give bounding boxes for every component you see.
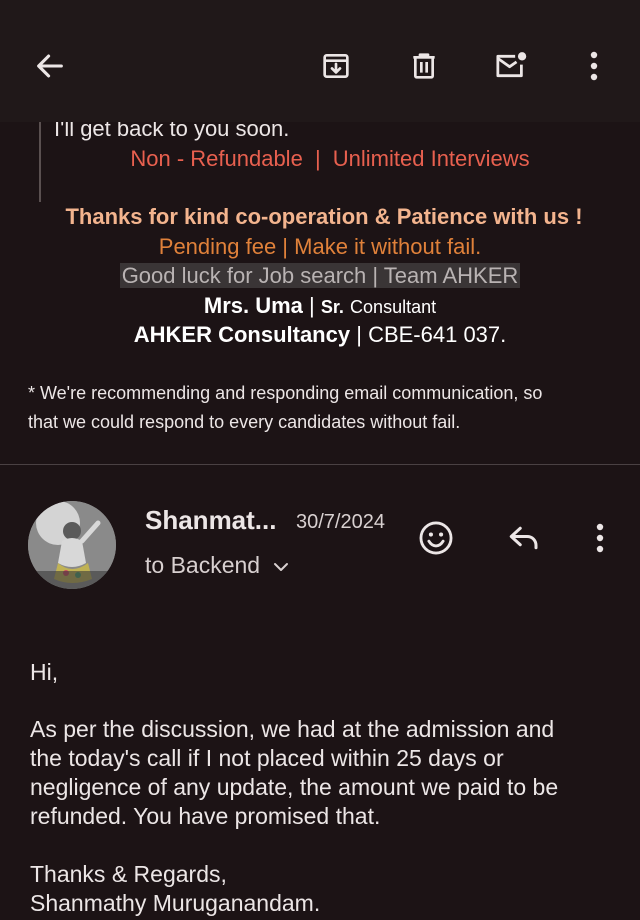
company-separator: | — [356, 322, 362, 347]
good-luck-text: Good luck for Job search | Team AHKER — [119, 263, 521, 288]
back-button[interactable] — [28, 44, 72, 88]
message-date: 30/7/2024 — [296, 511, 385, 533]
reply-icon — [509, 526, 538, 550]
signature-name: Mrs. Uma — [203, 293, 303, 318]
note-line-2: that we could respond to every candidate… — [28, 412, 461, 432]
company-name: AHKER Consultancy — [133, 322, 351, 347]
terms-right: Unlimited Interviews — [332, 146, 530, 171]
terms-separator: | — [314, 146, 321, 171]
sender-name[interactable]: Shanmat... — [145, 505, 276, 536]
closing: Thanks & Regards, — [30, 861, 227, 887]
more-options-button[interactable] — [574, 44, 614, 88]
signature-line: Mrs. Uma | Sr. Consultant — [0, 293, 640, 319]
body-line-1: As per the discussion, we had at the adm… — [30, 716, 555, 742]
terms-line: Non - Refundable | Unlimited Interviews — [0, 146, 640, 172]
recipient-toggle[interactable]: to Backend — [145, 552, 290, 579]
note-line-1: * We're recommending and responding emai… — [28, 383, 543, 403]
mark-unread-button[interactable] — [488, 44, 534, 88]
signature: Shanmathy Muruganandam. — [30, 890, 321, 916]
signature-separator: | — [309, 293, 315, 318]
body-line-3: negligence of any update, the amount we … — [30, 774, 559, 800]
emoji-icon — [419, 521, 453, 555]
react-button[interactable] — [414, 516, 458, 560]
avatar-photo — [28, 501, 116, 589]
delete-button[interactable] — [402, 44, 446, 88]
arrow-left-icon — [37, 54, 63, 78]
company-line: AHKER Consultancy | CBE-641 037. — [0, 322, 640, 348]
trash-icon — [413, 53, 435, 79]
quoted-line: I'll get back to you soon. — [54, 122, 290, 141]
body-line-4: refunded. You have promised that. — [30, 803, 381, 829]
terms-left: Non - Refundable — [130, 146, 303, 171]
message-more-button[interactable] — [580, 516, 620, 560]
avatar[interactable] — [28, 501, 116, 589]
body-line-2: the today's call if I not placed within … — [30, 745, 504, 771]
more-vert-icon — [596, 523, 604, 553]
archive-icon — [323, 54, 349, 78]
conversation-view: I'll get back to you soon. Non - Refunda… — [0, 122, 640, 920]
chevron-down-icon — [274, 562, 289, 571]
top-app-bar — [0, 0, 640, 122]
pending-fee-line: Pending fee | Make it without fail. — [158, 234, 482, 259]
thanks-line: Thanks for kind co-operation & Patience … — [65, 204, 583, 229]
archive-button[interactable] — [314, 44, 358, 88]
message-divider — [0, 464, 640, 465]
good-luck-line: Good luck for Job search | Team AHKER — [0, 263, 640, 289]
mail-unread-icon — [496, 52, 527, 78]
recipient-label: to Backend — [145, 552, 261, 578]
signature-role: Sr. — [320, 297, 344, 317]
company-code: CBE-641 037. — [368, 322, 507, 347]
more-vert-icon — [590, 51, 598, 81]
reply-button[interactable] — [502, 516, 546, 560]
greeting: Hi, — [30, 659, 59, 685]
signature-role-rest: Consultant — [350, 297, 437, 317]
